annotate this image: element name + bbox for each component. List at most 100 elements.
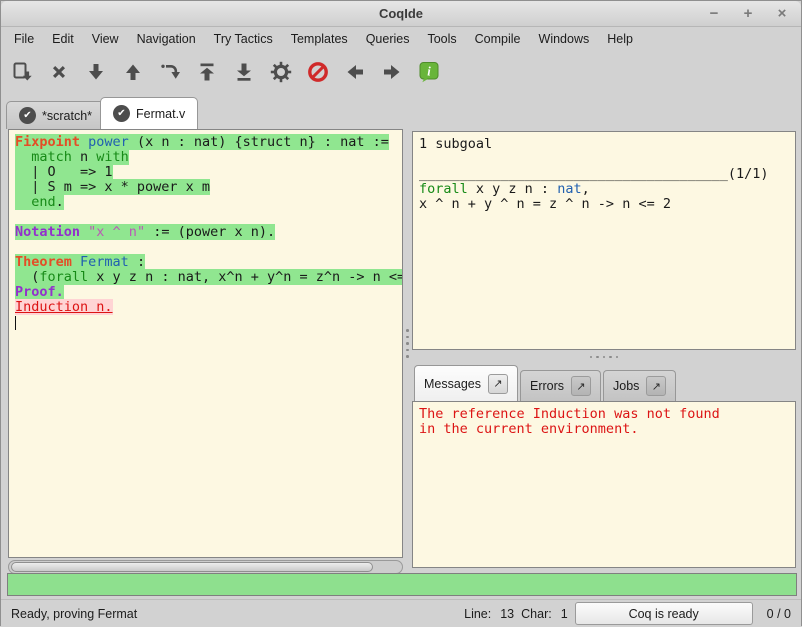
code-line: Proof. xyxy=(15,285,402,300)
coq-status-button[interactable]: Coq is ready xyxy=(575,602,753,625)
tab-label: Errors xyxy=(530,379,564,393)
interrupt-button[interactable] xyxy=(303,56,333,88)
code-line: in the current environment. xyxy=(419,422,795,437)
step-forward-icon xyxy=(84,60,108,84)
go-to-start-icon xyxy=(195,60,219,84)
line-label: Line: xyxy=(464,607,491,621)
check-circle-icon: ✔ xyxy=(113,105,130,122)
menu-queries[interactable]: Queries xyxy=(357,29,419,49)
script-code: Fixpoint power (x n : nat) {struct n} : … xyxy=(9,130,402,330)
vertical-splitter[interactable] xyxy=(403,129,412,558)
window-title: CoqIde xyxy=(379,6,423,21)
menu-compile[interactable]: Compile xyxy=(466,29,530,49)
script-editor[interactable]: Fixpoint power (x n : nat) {struct n} : … xyxy=(8,129,403,558)
save-button[interactable] xyxy=(7,56,37,88)
menu-file[interactable]: File xyxy=(5,29,43,49)
about-icon: i xyxy=(417,60,441,84)
close-icon xyxy=(47,60,71,84)
goals-panel[interactable]: 1 subgoal _______________________________… xyxy=(412,131,796,350)
menu-templates[interactable]: Templates xyxy=(282,29,357,49)
messages-text: The reference Induction was not foundin … xyxy=(413,402,795,437)
fully-check-button[interactable] xyxy=(266,56,296,88)
messages-panel[interactable]: The reference Induction was not foundin … xyxy=(412,401,796,568)
titlebar: CoqIde −+ × xyxy=(1,1,801,27)
code-line: match n with xyxy=(15,150,402,165)
step-forward-button[interactable] xyxy=(81,56,111,88)
go-to-cursor-button[interactable] xyxy=(155,56,185,88)
next-icon xyxy=(380,60,404,84)
hscrollbar-thumb[interactable] xyxy=(11,562,373,572)
code-line xyxy=(15,240,402,255)
tab-jobs[interactable]: Jobs ↗ xyxy=(603,370,676,401)
code-line: Fixpoint power (x n : nat) {struct n} : … xyxy=(15,135,402,150)
window-controls: −+ × xyxy=(705,1,791,27)
text-cursor xyxy=(15,316,16,330)
menu-edit[interactable]: Edit xyxy=(43,29,83,49)
menu-tools[interactable]: Tools xyxy=(418,29,465,49)
char-label: Char: xyxy=(521,607,552,621)
status-text: Ready, proving Fermat xyxy=(11,607,137,621)
save-icon xyxy=(10,60,34,84)
slaves-counter: 0 / 0 xyxy=(767,607,791,621)
fully-check-icon xyxy=(269,60,293,84)
progress-bar xyxy=(7,573,797,596)
tab-messages[interactable]: Messages ↗ xyxy=(414,365,518,401)
tab-scratch[interactable]: ✔ *scratch* xyxy=(6,101,105,129)
svg-text:i: i xyxy=(427,65,431,79)
tab-fermatv[interactable]: ✔ Fermat.v xyxy=(100,97,198,129)
go-to-cursor-icon xyxy=(158,60,182,84)
menu-view[interactable]: View xyxy=(83,29,128,49)
code-line: x ^ n + y ^ n = z ^ n -> n <= 2 xyxy=(419,197,795,212)
code-line: (forall x y z n : nat, x^n + y^n = z^n -… xyxy=(15,270,402,285)
previous-icon xyxy=(343,60,367,84)
minimize-button[interactable]: − xyxy=(705,1,723,27)
go-to-end-icon xyxy=(232,60,256,84)
goals-text: 1 subgoal _______________________________… xyxy=(413,132,795,212)
tab-label: *scratch* xyxy=(42,109,92,123)
tab-errors[interactable]: Errors ↗ xyxy=(520,370,601,401)
check-circle-icon: ✔ xyxy=(19,107,36,124)
code-line: ______________________________________(1… xyxy=(419,167,795,182)
go-to-start-button[interactable] xyxy=(192,56,222,88)
maximize-button[interactable]: + xyxy=(739,1,757,27)
menubar: FileEditViewNavigationTry TacticsTemplat… xyxy=(1,27,801,50)
code-line xyxy=(15,210,402,225)
previous-button[interactable] xyxy=(340,56,370,88)
go-to-end-button[interactable] xyxy=(229,56,259,88)
code-line xyxy=(15,315,402,330)
menu-windows[interactable]: Windows xyxy=(530,29,599,49)
code-line: | O => 1 xyxy=(15,165,402,180)
detach-icon[interactable]: ↗ xyxy=(488,374,508,394)
about-button[interactable]: i xyxy=(414,56,444,88)
line-value: 13 xyxy=(500,607,514,621)
code-line: Induction n. xyxy=(15,300,402,315)
document-tabbar: ✔ *scratch* ✔ Fermat.v xyxy=(1,94,801,129)
code-line: | S m => x * power x m xyxy=(15,180,402,195)
close-buffer-button[interactable] xyxy=(44,56,74,88)
tab-label: Jobs xyxy=(613,379,639,393)
tab-label: Fermat.v xyxy=(136,107,185,121)
code-line: The reference Induction was not found xyxy=(419,407,795,422)
detach-icon[interactable]: ↗ xyxy=(571,376,591,396)
menu-navigation[interactable]: Navigation xyxy=(128,29,205,49)
close-button[interactable]: × xyxy=(773,1,791,27)
code-line xyxy=(419,152,795,167)
editor-hscrollbar[interactable] xyxy=(8,560,403,574)
statusbar: Ready, proving Fermat Line: 13 Char: 1 C… xyxy=(1,599,801,627)
menu-help[interactable]: Help xyxy=(598,29,642,49)
status-right: Line: 13 Char: 1 Coq is ready 0 / 0 xyxy=(464,602,791,625)
toolbar: i xyxy=(1,50,801,94)
code-line: 1 subgoal xyxy=(419,137,795,152)
tab-label: Messages xyxy=(424,377,481,391)
messages-tabbar: Messages ↗ Errors ↗ Jobs ↗ xyxy=(412,364,796,401)
detach-icon[interactable]: ↗ xyxy=(646,376,666,396)
interrupt-icon xyxy=(306,60,330,84)
code-line: forall x y z n : nat, xyxy=(419,182,795,197)
char-value: 1 xyxy=(561,607,568,621)
step-backward-icon xyxy=(121,60,145,84)
step-backward-button[interactable] xyxy=(118,56,148,88)
code-line: Notation "x ^ n" := (power x n). xyxy=(15,225,402,240)
menu-try-tactics[interactable]: Try Tactics xyxy=(205,29,282,49)
next-button[interactable] xyxy=(377,56,407,88)
horizontal-splitter[interactable] xyxy=(412,350,796,364)
